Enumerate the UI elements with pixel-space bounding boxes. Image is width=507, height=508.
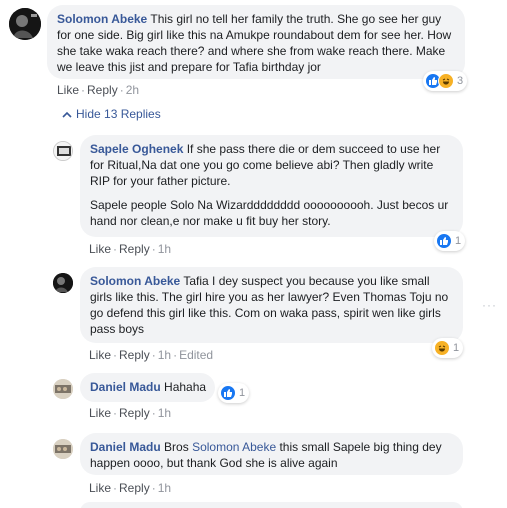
comment-text: Hahaha [164, 380, 207, 394]
avatar[interactable] [53, 141, 73, 161]
reaction-count: 1 [453, 342, 460, 354]
reaction-summary[interactable]: 1 [218, 383, 250, 403]
like-link[interactable]: Like [57, 83, 79, 97]
comment-text-paragraph: Sapele people Solo Na Wizardddddddd oooo… [90, 198, 449, 228]
comment-author[interactable]: Daniel Madu [90, 380, 161, 394]
comment-bubble: Solomon Abeke Tafia I dey suspect you be… [80, 267, 463, 343]
timestamp[interactable]: 1h [158, 348, 171, 362]
hide-replies-label: Hide 13 Replies [76, 107, 161, 121]
comment-actions: Like · Reply · 1h · Edited [89, 348, 214, 362]
comment-actions: Like · Reply · 1h [89, 242, 172, 256]
comment-author[interactable]: Solomon Abeke [90, 274, 180, 288]
comment-bubble: Solomon Abeke This girl no tell her fami… [47, 5, 465, 79]
timestamp[interactable]: 1h [158, 481, 171, 495]
like-link[interactable]: Like [89, 242, 111, 256]
reaction-summary[interactable]: 1 [432, 338, 464, 358]
reply-link[interactable]: Reply [119, 406, 150, 420]
haha-icon [438, 73, 454, 89]
reply-link[interactable]: Reply [119, 481, 150, 495]
avatar[interactable] [9, 8, 41, 40]
mention-link[interactable]: Solomon Abeke [192, 440, 276, 454]
comment-bubble: Daniel Madu Bros Solomon Abeke this smal… [80, 433, 463, 475]
comment-author[interactable]: Solomon Abeke [57, 12, 147, 26]
comment-text: Bros [164, 440, 189, 454]
timestamp[interactable]: 1h [158, 406, 171, 420]
more-options-icon[interactable]: ··· [482, 298, 497, 312]
reply-link[interactable]: Reply [119, 242, 150, 256]
hide-replies-toggle[interactable]: Hide 13 Replies [62, 106, 161, 122]
reaction-summary[interactable]: 1 [434, 231, 466, 251]
edited-label[interactable]: Edited [179, 348, 213, 362]
comment-bubble: Sapele Oghenek If she pass there die or … [80, 135, 463, 237]
timestamp[interactable]: 2h [126, 83, 139, 97]
like-link[interactable]: Like [89, 481, 111, 495]
comment-actions: Like · Reply · 2h [57, 83, 140, 97]
avatar[interactable] [53, 273, 73, 293]
like-icon [436, 233, 452, 249]
reaction-summary[interactable]: 3 [423, 71, 468, 91]
reply-link[interactable]: Reply [119, 348, 150, 362]
reaction-count: 1 [239, 387, 246, 399]
reaction-count: 3 [457, 75, 464, 87]
timestamp[interactable]: 1h [158, 242, 171, 256]
avatar[interactable] [53, 439, 73, 459]
like-icon [220, 385, 236, 401]
comment-author[interactable]: Sapele Oghenek [90, 142, 183, 156]
comment-actions: Like · Reply · 1h [89, 406, 172, 420]
comment-author[interactable]: Daniel Madu [90, 440, 161, 454]
comment-actions: Like · Reply · 1h [89, 481, 172, 495]
reply-link[interactable]: Reply [87, 83, 118, 97]
like-link[interactable]: Like [89, 406, 111, 420]
like-link[interactable]: Like [89, 348, 111, 362]
chevron-up-icon [62, 111, 72, 118]
haha-icon [434, 340, 450, 356]
comment-bubble: Daniel Madu Hahaha [80, 373, 215, 402]
reaction-count: 1 [455, 235, 462, 247]
comment-bubble-partial [80, 502, 463, 508]
avatar[interactable] [53, 379, 73, 399]
